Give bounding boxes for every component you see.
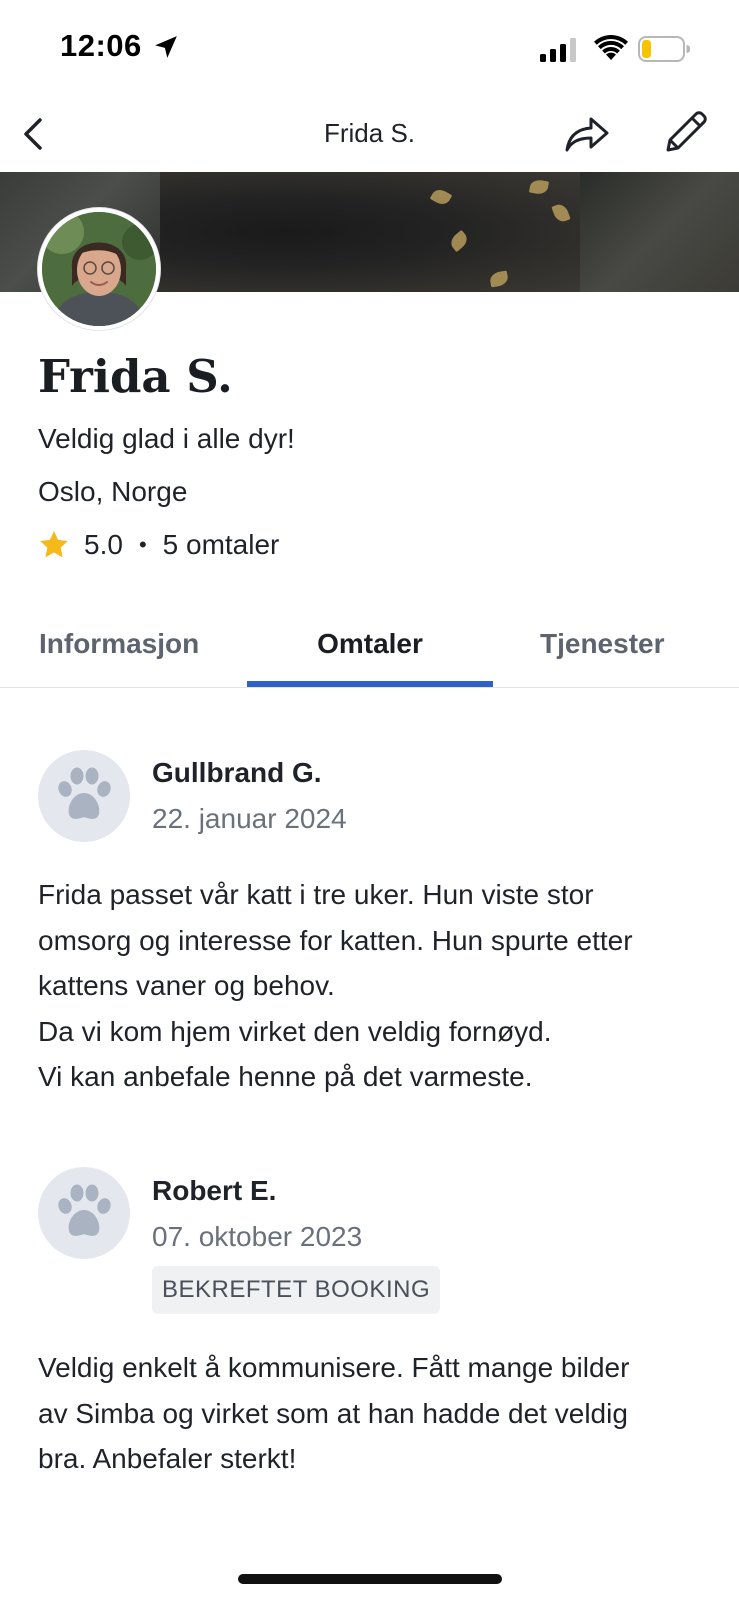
review-text: Frida passet vår katt i tre uker. Hun vi…	[38, 879, 633, 1092]
location-arrow-icon	[155, 36, 177, 58]
active-tab-indicator	[247, 681, 493, 687]
tab-omtaler[interactable]: Omtaler	[247, 600, 493, 687]
profile-location: Oslo, Norge	[38, 476, 188, 507]
wifi-icon	[594, 34, 628, 60]
paw-icon	[58, 767, 111, 819]
nav-title: Frida S.	[323, 118, 416, 148]
share-arrow-icon	[565, 117, 609, 152]
battery-low-icon	[638, 36, 690, 62]
status-time: 12:06	[60, 28, 142, 63]
review-date: 07. oktober 2023	[152, 1221, 363, 1252]
nav-bar: Frida S.	[0, 96, 739, 172]
review-text: Veldig enkelt å kommunisere. Fått mange …	[38, 1352, 630, 1474]
star-icon	[40, 531, 68, 558]
person-photo	[42, 212, 156, 326]
home-indicator	[238, 1574, 502, 1584]
rating-value: 5.0	[84, 529, 123, 560]
profile-bio: Veldig glad i alle dyr!	[38, 423, 295, 454]
leaf-decoration	[528, 178, 550, 196]
reviewer-name: Robert E.	[152, 1175, 277, 1206]
leaf-decoration	[447, 229, 471, 253]
review-count: 5 omtaler	[162, 529, 280, 560]
profile-tabs: Informasjon Omtaler Tjenester	[0, 600, 739, 688]
rating-row: 5.0 • 5 omtaler	[38, 527, 279, 563]
profile-name: Frida S.	[38, 350, 233, 403]
edit-button[interactable]	[660, 106, 712, 158]
reviewer-name: Gullbrand G.	[152, 757, 322, 788]
cover-photo-right	[580, 172, 739, 292]
tab-informasjon[interactable]: Informasjon	[39, 600, 199, 687]
verified-booking-badge: BEKREFTET BOOKING	[152, 1266, 441, 1314]
share-button[interactable]	[561, 108, 611, 158]
reviewer-avatar	[38, 1167, 130, 1259]
leaf-decoration	[551, 202, 571, 224]
tab-tjenester[interactable]: Tjenester	[540, 600, 665, 687]
cellular-signal-icon	[540, 38, 576, 62]
review-date: 22. januar 2024	[152, 803, 347, 834]
leaf-decoration	[488, 270, 510, 288]
leaf-decoration	[429, 186, 453, 208]
cover-photo-middle	[160, 172, 580, 292]
pencil-icon	[666, 111, 707, 152]
rating-separator: •	[138, 532, 147, 557]
status-bar: 12:06	[0, 0, 739, 96]
profile-avatar	[38, 208, 160, 330]
reviewer-avatar	[38, 750, 130, 842]
paw-icon	[58, 1184, 111, 1236]
